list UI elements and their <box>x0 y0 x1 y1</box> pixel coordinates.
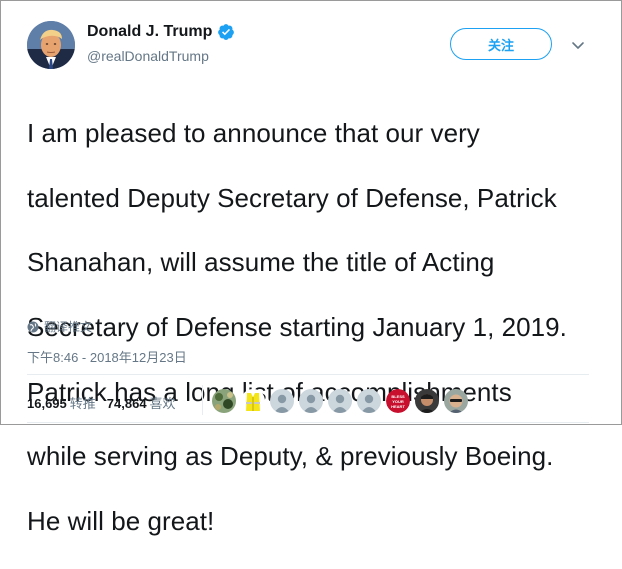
default-avatar-icon <box>299 389 323 413</box>
translate-tweet-link[interactable]: 翻译推文 <box>27 318 92 335</box>
follow-button[interactable]: 关注 <box>450 28 552 60</box>
tweet-text-line: talented Deputy Secretary of Defense, Pa… <box>27 182 557 213</box>
liker-avatar[interactable] <box>241 389 265 413</box>
avatar-camo-icon <box>212 389 236 413</box>
chevron-down-icon[interactable] <box>570 37 586 53</box>
liker-avatar[interactable] <box>415 389 439 413</box>
liker-avatar[interactable] <box>270 389 294 413</box>
tweet-text: I am pleased to announce that our very t… <box>27 85 597 569</box>
avatar-bless-your-heart-icon: BLESS YOUR HEART <box>386 389 410 413</box>
tweet-text-line: He will be great! <box>27 505 215 536</box>
tweet-text-line: I am pleased to announce that our very <box>27 118 480 149</box>
liker-avatar[interactable] <box>444 389 468 413</box>
profile-avatar[interactable] <box>27 21 75 69</box>
profile-photo-icon <box>27 21 75 69</box>
avatar-sunglasses-icon <box>444 389 468 413</box>
divider <box>27 422 589 423</box>
retweet-count[interactable]: 16,695 转推 <box>27 393 96 412</box>
retweet-count-label: 转推 <box>69 396 96 411</box>
verified-badge-icon <box>218 24 235 40</box>
author-handle[interactable]: @realDonaldTrump <box>87 48 209 64</box>
default-avatar-icon <box>357 389 381 413</box>
tweet-card: Donald J. Trump @realDonaldTrump 关注 I am… <box>0 0 622 536</box>
tweet-stats: 16,695 转推 74,864 喜欢 <box>27 393 187 412</box>
retweet-count-value: 16,695 <box>27 396 67 411</box>
liker-avatar[interactable] <box>357 389 381 413</box>
tweet-text-line: while serving as Deputy, & previously Bo… <box>27 441 554 472</box>
author-display-name[interactable]: Donald J. Trump <box>87 23 212 41</box>
liker-avatar[interactable] <box>212 389 236 413</box>
globe-icon <box>27 321 39 332</box>
avatar-person-icon <box>415 389 439 413</box>
tweet-text-line: Shanahan, will assume the title of Actin… <box>27 247 495 278</box>
liker-avatar[interactable] <box>299 389 323 413</box>
stats-divider <box>202 385 203 415</box>
liker-avatars: BLESS YOUR HEART <box>212 389 468 413</box>
author-name-row[interactable]: Donald J. Trump <box>87 23 235 41</box>
tweet-text-line: Secretary of Defense starting January 1,… <box>27 312 567 343</box>
liker-avatar[interactable]: BLESS YOUR HEART <box>386 389 410 413</box>
divider <box>27 374 589 375</box>
liker-avatar[interactable] <box>328 389 352 413</box>
avatar-yellow-vest-icon <box>241 389 265 413</box>
default-avatar-icon <box>328 389 352 413</box>
like-count-label: 喜欢 <box>149 396 176 411</box>
translate-label[interactable]: 翻译推文 <box>44 318 92 335</box>
tweet-timestamp[interactable]: 下午8:46 - 2018年12月23日 <box>27 347 187 366</box>
like-count-value: 74,864 <box>106 396 147 411</box>
svg-text:HEART: HEART <box>391 404 405 409</box>
like-count[interactable]: 74,864 喜欢 <box>107 393 176 412</box>
default-avatar-icon <box>270 389 294 413</box>
